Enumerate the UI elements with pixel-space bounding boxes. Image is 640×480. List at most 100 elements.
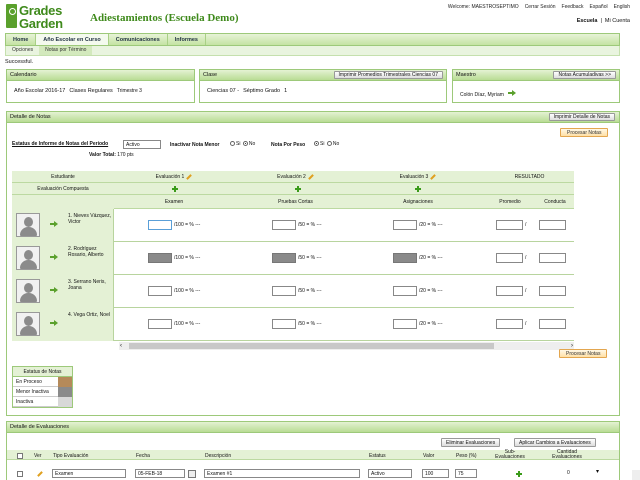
col-evaluacion-2[interactable]: Evaluación 2 (234, 173, 357, 180)
english-link[interactable]: English (614, 4, 630, 10)
process-notes-button-bottom[interactable]: Procesar Notas (559, 349, 608, 358)
promedio-input[interactable] (496, 319, 523, 329)
add-subeval-3[interactable] (415, 186, 421, 194)
nav-home[interactable]: Home (6, 34, 37, 45)
col-tipo: Tipo Evaluación (53, 453, 89, 459)
grade-percent: /50 = % --- (298, 255, 322, 261)
avatar-icon (16, 213, 40, 237)
scroll-thumb[interactable] (129, 343, 494, 349)
nav-comunicaciones[interactable]: Comunicaciones (109, 34, 168, 45)
promedio-input[interactable] (496, 220, 523, 230)
grade-percent: /50 = % --- (298, 222, 322, 228)
conducta-input[interactable] (539, 253, 566, 263)
apply-changes-button[interactable]: Aplicar Cambios a Evaluaciones (514, 438, 596, 447)
estatus-select[interactable]: Activo (123, 140, 161, 149)
sort-icon[interactable]: ▾ (596, 468, 599, 475)
grade-percent: /100 = % --- (174, 255, 201, 261)
grade-input[interactable] (148, 286, 172, 296)
legend-swatch (58, 377, 72, 387)
select-all-checkbox[interactable] (17, 453, 23, 459)
conducta-input[interactable] (539, 220, 566, 230)
horizontal-scrollbar[interactable]: ‹ › (119, 342, 574, 350)
grade-input[interactable] (393, 253, 417, 263)
grade-input[interactable] (393, 319, 417, 329)
evaluacion-3-label: Evaluación 3 (399, 174, 429, 180)
peso-radios: Si No (313, 141, 339, 147)
conducta-input[interactable] (539, 319, 566, 329)
si-label: Si (236, 141, 241, 147)
grade-input[interactable] (272, 220, 296, 230)
grid-header-compuesta: Evaluación Compuesta (12, 183, 574, 195)
pencil-icon[interactable] (37, 471, 43, 477)
peso-input[interactable]: 75 (455, 469, 477, 478)
legend-menor-inactiva: Menor Inactiva (13, 387, 72, 397)
logout-link[interactable]: Cerrar Sesión (525, 4, 556, 10)
class-type: Clases Regulares (69, 88, 113, 94)
accumulative-notes-button[interactable]: Notas Acumuladivas >> (553, 71, 616, 79)
teacher-name: Colón Díaz, Myriam (460, 90, 517, 98)
add-subeval-2[interactable] (295, 186, 301, 194)
class-grade: Séptimo Grado (243, 88, 281, 94)
pencil-icon[interactable] (430, 173, 437, 180)
row-checkbox[interactable] (17, 471, 23, 477)
col-evaluacion-3[interactable]: Evaluación 3 (357, 173, 479, 180)
school-link[interactable]: Escuela (577, 18, 598, 24)
separator: | (600, 18, 602, 24)
peso-no-radio[interactable] (326, 141, 332, 147)
subnav-opciones[interactable]: Opciones (6, 46, 39, 55)
avatar-icon (16, 279, 40, 303)
delete-evaluations-button[interactable]: Eliminar Evaluaciones (441, 438, 501, 447)
conducta-input[interactable] (539, 286, 566, 296)
grade-input[interactable] (148, 319, 172, 329)
spanish-link[interactable]: Español (590, 4, 608, 10)
grade-percent: /50 = % --- (298, 288, 322, 294)
arrow-right-icon[interactable] (508, 90, 517, 96)
descripcion-input[interactable]: Examen #1 (204, 469, 360, 478)
nav-informes[interactable]: Informes (168, 34, 206, 45)
arrow-right-icon[interactable] (50, 320, 58, 326)
promedio-input[interactable] (496, 286, 523, 296)
pencil-icon[interactable] (186, 173, 193, 180)
promedio-input[interactable] (496, 253, 523, 263)
my-account-link[interactable]: Mi Cuenta (605, 18, 630, 24)
subnav-notas-termino[interactable]: Notas por Término (39, 46, 93, 55)
peso-si-radio[interactable] (314, 141, 319, 147)
valor-input[interactable]: 100 (422, 469, 449, 478)
feedback-link[interactable]: Feedback (562, 4, 584, 10)
grade-input[interactable] (393, 286, 417, 296)
estatus-row-select[interactable]: Activo (368, 469, 412, 478)
print-averages-button[interactable]: Imprimir Promedios Trimestrales Ciencias… (333, 71, 443, 79)
student-name: 1. Nieves Vázquez, Victor (68, 213, 112, 225)
top-links: Welcome: MAESTROSEPTIMO Cerrar Sesión Fe… (448, 4, 630, 10)
add-subeval-1[interactable] (172, 186, 178, 194)
process-notes-button-top[interactable]: Procesar Notas (560, 128, 609, 137)
grade-input[interactable] (148, 253, 172, 263)
fecha-input[interactable]: 05-FEB-18 (135, 469, 185, 478)
scroll-left-icon[interactable]: ‹ (120, 342, 122, 350)
student-row: 1. Nieves Vázquez, Victor/100 = % --- /50… (12, 209, 574, 242)
grade-input[interactable] (148, 220, 172, 230)
grades-garden-logo[interactable]: Grades Garden (6, 3, 84, 32)
col-evaluacion-1[interactable]: Evaluación 1 (114, 173, 234, 180)
grade-input[interactable] (393, 220, 417, 230)
print-detail-button[interactable]: Imprimir Detalle de Notas (548, 113, 615, 121)
tipo-select[interactable]: Examen (52, 469, 126, 478)
student-name: 4. Vega Ortiz, Noel (68, 312, 110, 318)
calendar-icon[interactable] (188, 470, 196, 478)
inactivar-no-radio[interactable] (242, 141, 248, 147)
grade-percent: /100 = % --- (174, 288, 201, 294)
vertical-scrollbar[interactable] (632, 470, 640, 480)
arrow-right-icon[interactable] (50, 254, 58, 260)
grade-input[interactable] (272, 253, 296, 263)
arrow-right-icon[interactable] (50, 287, 58, 293)
inactivar-si-radio[interactable] (230, 141, 235, 147)
grade-input[interactable] (272, 319, 296, 329)
grade-input[interactable] (272, 286, 296, 296)
legend-inactiva: Inactiva (13, 397, 72, 407)
arrow-right-icon[interactable] (50, 221, 58, 227)
col-descripcion: Descripción (205, 453, 232, 459)
grade-percent: /20 = % --- (419, 321, 443, 327)
add-subevaluation[interactable] (516, 471, 522, 479)
pencil-icon[interactable] (307, 173, 314, 180)
nav-ano-escolar[interactable]: Año Escolar en Curso (36, 34, 109, 45)
